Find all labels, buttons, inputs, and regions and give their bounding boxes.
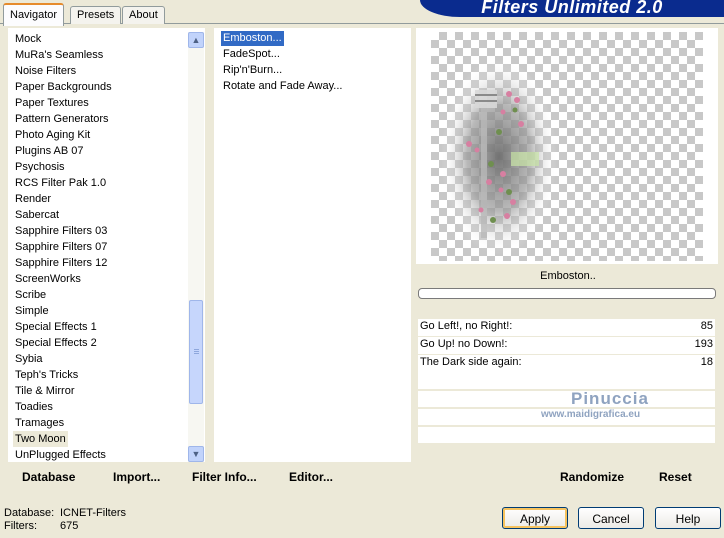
parameter-slider[interactable]: Go Up! no Down!: 193: [418, 337, 715, 355]
category-item[interactable]: Paper Backgrounds: [15, 79, 112, 95]
category-item[interactable]: Plugins AB 07: [15, 143, 84, 159]
preview-image[interactable]: [431, 32, 703, 261]
category-item[interactable]: Special Effects 2: [15, 335, 97, 351]
database-status-label: Database:: [4, 507, 55, 519]
preview-artwork: [441, 59, 557, 255]
category-item[interactable]: Sapphire Filters 12: [15, 255, 107, 271]
category-item[interactable]: Mock: [15, 31, 41, 47]
scroll-down-button[interactable]: ▼: [188, 446, 204, 462]
category-item[interactable]: Paper Textures: [15, 95, 89, 111]
tab-presets[interactable]: Presets: [70, 6, 122, 24]
grip-line: [194, 349, 199, 350]
database-status-value: ICNET-Filters: [60, 507, 126, 519]
app-title-banner: Filters Unlimited 2.0: [420, 0, 724, 17]
import-button[interactable]: Import...: [113, 470, 160, 484]
filters-status-label: Filters:: [4, 520, 37, 532]
randomize-button[interactable]: Randomize: [560, 470, 624, 484]
editor-button[interactable]: Editor...: [289, 470, 333, 484]
category-item[interactable]: Sabercat: [15, 207, 59, 223]
category-item[interactable]: Special Effects 1: [15, 319, 97, 335]
category-item[interactable]: Tile & Mirror: [15, 383, 74, 399]
help-button[interactable]: Help: [655, 507, 721, 529]
category-item[interactable]: Scribe: [15, 287, 46, 303]
progress-bar: [418, 288, 716, 299]
scroll-thumb[interactable]: [189, 300, 203, 404]
category-item[interactable]: RCS Filter Pak 1.0: [15, 175, 106, 191]
category-item[interactable]: ScreenWorks: [15, 271, 81, 287]
filter-item[interactable]: Rotate and Fade Away...: [223, 79, 342, 94]
category-item[interactable]: Two Moon: [13, 431, 68, 447]
grip-line: [194, 353, 199, 354]
category-item[interactable]: Sapphire Filters 07: [15, 239, 107, 255]
category-item[interactable]: Sapphire Filters 03: [15, 223, 107, 239]
category-item[interactable]: Teph's Tricks: [15, 367, 78, 383]
filters-status-value: 675: [60, 520, 79, 532]
category-item[interactable]: Simple: [15, 303, 49, 319]
filter-item[interactable]: Emboston...: [221, 31, 284, 46]
empty-slot: [418, 391, 715, 407]
scroll-up-button[interactable]: ▲: [188, 32, 204, 48]
watermark-name: Pinuccia: [571, 389, 649, 408]
grip-line: [194, 351, 199, 352]
parameter-value: 18: [700, 356, 713, 368]
category-item[interactable]: Pattern Generators: [15, 111, 109, 127]
category-item[interactable]: Noise Filters: [15, 63, 76, 79]
filter-item[interactable]: FadeSpot...: [223, 47, 280, 62]
parameter-label: The Dark side again:: [420, 356, 522, 368]
empty-slot: [418, 372, 715, 389]
category-item[interactable]: Toadies: [15, 399, 53, 415]
apply-button[interactable]: Apply: [502, 507, 568, 529]
filter-info-button[interactable]: Filter Info...: [192, 470, 257, 484]
parameter-label: Go Up! no Down!:: [420, 338, 508, 350]
watermark-url: www.maidigrafica.eu: [541, 409, 641, 420]
category-item[interactable]: Photo Aging Kit: [15, 127, 90, 143]
category-item[interactable]: Tramages: [15, 415, 64, 431]
category-item[interactable]: Render: [15, 191, 51, 207]
category-item[interactable]: Sybia: [15, 351, 43, 367]
cancel-button[interactable]: Cancel: [578, 507, 644, 529]
database-button[interactable]: Database: [22, 470, 75, 484]
filter-item[interactable]: Rip'n'Burn...: [223, 63, 282, 78]
parameter-label: Go Left!, no Right!:: [420, 320, 513, 332]
parameter-value: 193: [694, 338, 713, 350]
tab-navigator[interactable]: Navigator: [3, 3, 65, 26]
filter-name-label: Emboston..: [418, 266, 718, 286]
empty-slot: [418, 427, 715, 443]
category-scrollbar[interactable]: ▲ ▼: [188, 32, 204, 462]
parameter-slider[interactable]: Go Left!, no Right!: 85: [418, 319, 715, 337]
parameter-value: 85: [700, 320, 713, 332]
reset-button[interactable]: Reset: [659, 470, 692, 484]
category-item[interactable]: UnPlugged Effects: [15, 447, 106, 463]
category-item[interactable]: MuRa's Seamless: [15, 47, 103, 63]
category-item[interactable]: Psychosis: [15, 159, 65, 175]
parameter-slider[interactable]: The Dark side again: 18: [418, 355, 715, 373]
tab-about[interactable]: About: [122, 6, 165, 24]
